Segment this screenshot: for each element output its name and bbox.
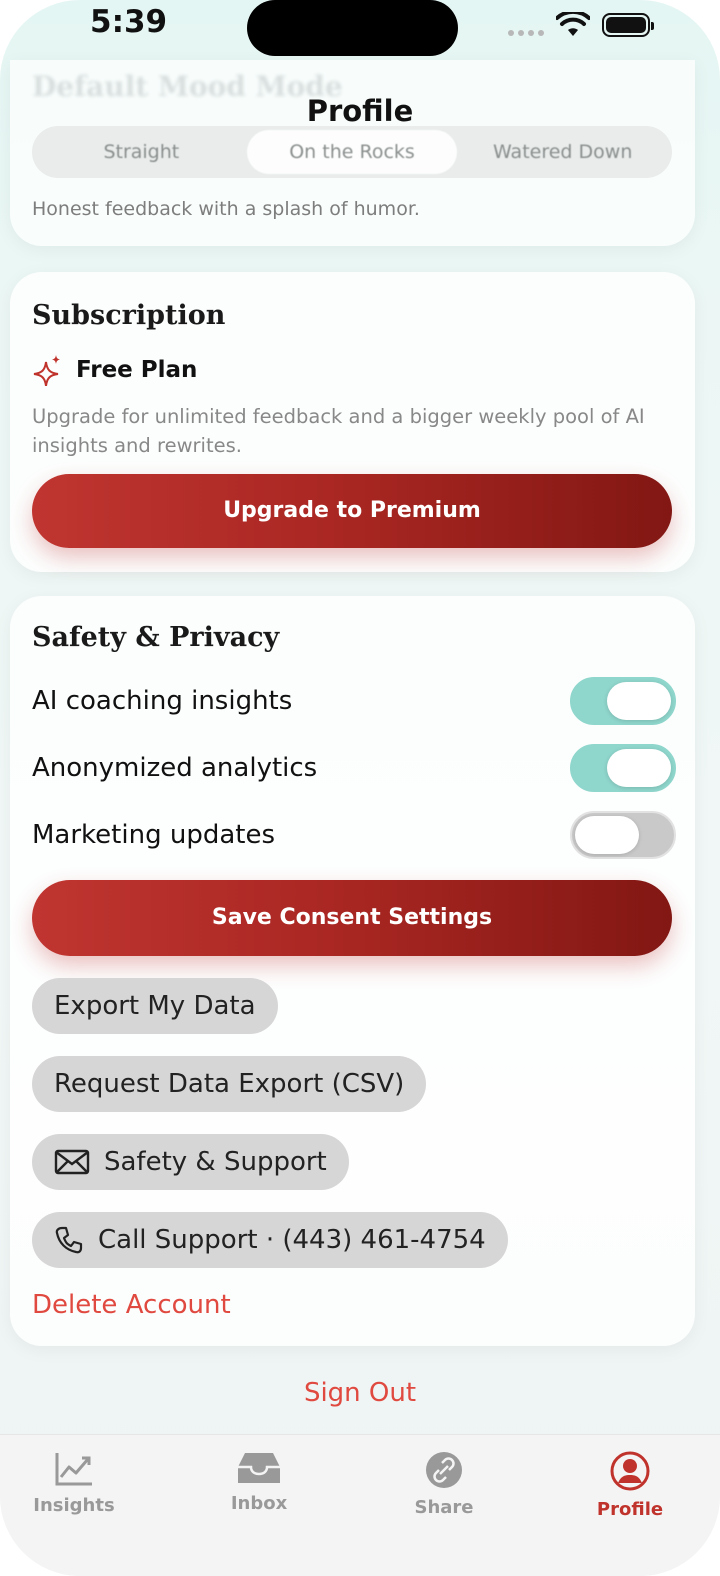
delete-account-link[interactable]: Delete Account — [32, 1290, 231, 1320]
privacy-title: Safety & Privacy — [32, 622, 280, 653]
tab-label: Insights — [33, 1495, 115, 1516]
mood-option-straight[interactable]: Straight — [36, 130, 247, 174]
battery-icon — [602, 13, 654, 37]
call-support-label: Call Support · (443) 461-4754 — [98, 1225, 486, 1255]
inbox-icon — [238, 1453, 280, 1483]
tab-label: Share — [414, 1497, 474, 1518]
tab-bar: Insights Inbox Share Profile — [0, 1434, 720, 1576]
upgrade-button[interactable]: Upgrade to Premium — [32, 474, 672, 548]
toggle-label: AI coaching insights — [32, 686, 293, 716]
safety-privacy-card: Safety & Privacy AI coaching insights An… — [10, 596, 695, 1346]
mood-option-on-the-rocks[interactable]: On the Rocks — [246, 130, 458, 174]
save-consent-button[interactable]: Save Consent Settings — [32, 880, 672, 956]
analytics-toggle[interactable] — [570, 744, 676, 792]
tab-label: Inbox — [230, 1493, 288, 1514]
status-time: 5:39 — [90, 4, 168, 40]
profile-screen: 5:39 Straight On the Rocks Watered Down … — [0, 0, 720, 1576]
mood-description: Honest feedback with a splash of humor. — [32, 198, 420, 220]
page-title: Profile — [306, 94, 414, 128]
tab-profile[interactable]: Profile — [560, 1451, 700, 1520]
tab-label: Profile — [596, 1499, 664, 1520]
request-csv-export-button[interactable]: Request Data Export (CSV) — [32, 1056, 427, 1112]
call-support-button[interactable]: Call Support · (443) 461-4754 — [32, 1212, 508, 1268]
wifi-icon — [556, 12, 590, 36]
sparkles-icon — [33, 355, 60, 386]
cellular-signal-icon — [508, 30, 544, 36]
sign-out-link[interactable]: Sign Out — [0, 1378, 720, 1408]
subscription-title: Subscription — [32, 300, 226, 331]
dynamic-island — [247, 0, 458, 56]
tab-insights[interactable]: Insights — [4, 1451, 144, 1516]
tab-inbox[interactable]: Inbox — [189, 1451, 329, 1514]
safety-support-button[interactable]: Safety & Support — [32, 1134, 349, 1190]
toggle-row-marketing: Marketing updates — [32, 810, 676, 860]
plan-row: Free Plan — [32, 354, 197, 386]
link-icon — [426, 1452, 462, 1488]
export-data-button[interactable]: Export My Data — [32, 978, 278, 1034]
ai-insights-toggle[interactable] — [570, 677, 676, 725]
export-data-label: Export My Data — [54, 991, 256, 1021]
tab-share[interactable]: Share — [374, 1451, 514, 1518]
toggle-label: Anonymized analytics — [32, 753, 318, 783]
toggle-label: Marketing updates — [32, 820, 276, 850]
mood-option-watered-down[interactable]: Watered Down — [457, 130, 668, 174]
marketing-toggle[interactable] — [570, 811, 676, 859]
person-icon — [610, 1451, 650, 1491]
phone-icon — [55, 1226, 83, 1254]
chart-icon — [55, 1453, 92, 1486]
envelope-icon — [54, 1149, 90, 1175]
plan-name: Free Plan — [76, 357, 198, 383]
toggle-row-analytics: Anonymized analytics — [32, 743, 676, 793]
request-csv-label: Request Data Export (CSV) — [54, 1069, 405, 1099]
mood-segmented-control[interactable]: Straight On the Rocks Watered Down — [32, 126, 672, 178]
toggle-row-ai-insights: AI coaching insights — [32, 676, 676, 726]
safety-support-label: Safety & Support — [104, 1147, 327, 1177]
subscription-card: Subscription Free Plan Upgrade for unlim… — [10, 272, 695, 572]
plan-description: Upgrade for unlimited feedback and a big… — [32, 405, 645, 457]
